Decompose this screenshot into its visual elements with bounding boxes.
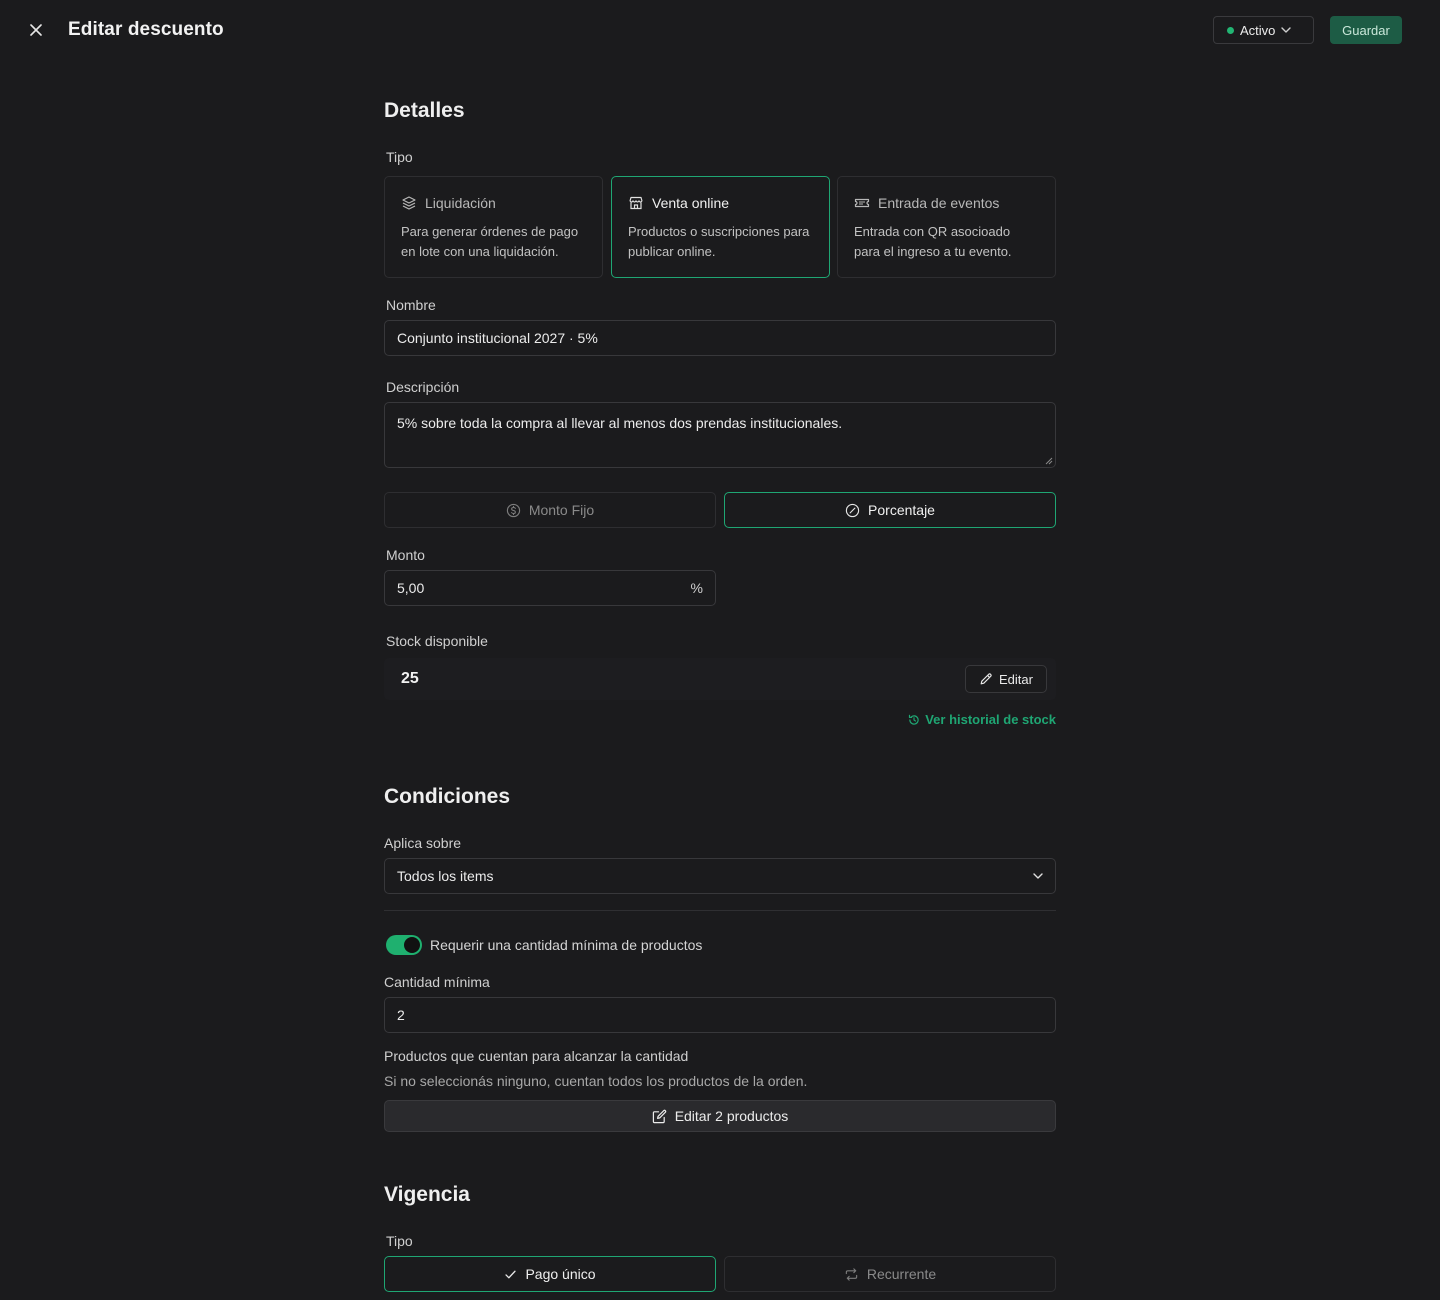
status-label: Activo bbox=[1240, 22, 1276, 38]
type-card-description: Para generar órdenes de pago en lote con… bbox=[401, 224, 579, 259]
mode-fixed-label: Monto Fijo bbox=[528, 502, 595, 518]
amount-value: 5,00 bbox=[397, 580, 425, 596]
type-label: Tipo bbox=[386, 149, 413, 165]
section-title-details: Detalles bbox=[384, 99, 465, 122]
edit-products-button[interactable]: Editar 2 productos bbox=[384, 1100, 1056, 1132]
dollar-circle-icon bbox=[506, 503, 520, 517]
products-label: Productos que cuentan para alcanzar la c… bbox=[384, 1048, 689, 1064]
validity-one-time-label: Pago único bbox=[525, 1266, 596, 1282]
chevron-down-icon bbox=[1281, 27, 1292, 33]
repeat-icon bbox=[845, 1267, 858, 1281]
applies-value: Todos los items bbox=[397, 868, 494, 884]
status-dot bbox=[1227, 26, 1234, 34]
stock-value: 25 bbox=[401, 670, 419, 687]
validity-type-label: Tipo bbox=[386, 1233, 413, 1249]
min-qty-label: Cantidad mínima bbox=[384, 974, 490, 990]
save-button[interactable]: Guardar bbox=[1330, 16, 1402, 44]
ticket-icon bbox=[854, 198, 870, 208]
amount-input[interactable]: 5,00 % bbox=[384, 570, 716, 606]
section-title-conditions: Condiciones bbox=[384, 785, 511, 808]
validity-recurring-label: Recurrente bbox=[866, 1266, 937, 1282]
description-label: Descripción bbox=[386, 379, 460, 395]
history-icon bbox=[909, 714, 919, 725]
percent-circle-icon bbox=[845, 503, 860, 517]
name-input[interactable]: Conjunto institucional 2027 · 5% bbox=[384, 320, 1056, 356]
mode-percentage-label: Porcentaje bbox=[868, 502, 935, 518]
stock-history-label: Ver historial de stock bbox=[925, 712, 1056, 727]
resize-grip-icon[interactable] bbox=[1045, 457, 1053, 465]
close-button[interactable] bbox=[24, 18, 48, 42]
divider bbox=[384, 910, 1056, 911]
toggle-knob bbox=[404, 937, 420, 953]
type-card-title: Liquidación bbox=[425, 195, 496, 211]
min-qty-toggle-label: Requerir una cantidad mínima de producto… bbox=[430, 937, 703, 953]
edit-square-icon bbox=[652, 1109, 666, 1123]
stock-history-link[interactable]: Ver historial de stock bbox=[908, 712, 1056, 727]
type-card-description: Productos o suscripciones para publicar … bbox=[628, 224, 810, 259]
mode-percentage[interactable]: Porcentaje bbox=[724, 492, 1056, 528]
type-card-entrada-eventos[interactable]: Entrada de eventos Entrada con QR asocio… bbox=[837, 176, 1056, 278]
name-label: Nombre bbox=[386, 297, 436, 313]
store-icon bbox=[629, 196, 643, 210]
layers-icon bbox=[402, 196, 416, 210]
products-helper: Si no seleccionás ninguno, cuentan todos… bbox=[384, 1073, 808, 1089]
type-card-description: Entrada con QR asocioado para el ingreso… bbox=[854, 224, 1012, 259]
section-title-validity: Vigencia bbox=[384, 1183, 470, 1206]
applies-select[interactable]: Todos los items bbox=[384, 858, 1056, 894]
page-title: Editar descuento bbox=[68, 19, 224, 40]
pencil-icon bbox=[980, 673, 992, 685]
amount-label: Monto bbox=[386, 547, 425, 563]
validity-recurring[interactable]: Recurrente bbox=[724, 1256, 1056, 1292]
chevron-down-icon bbox=[1033, 873, 1043, 879]
validity-one-time[interactable]: Pago único bbox=[384, 1256, 716, 1292]
mode-fixed-amount[interactable]: Monto Fijo bbox=[384, 492, 716, 528]
status-select[interactable]: Activo bbox=[1213, 16, 1314, 44]
type-card-title: Venta online bbox=[652, 195, 730, 211]
type-card-liquidacion[interactable]: Liquidación Para generar órdenes de pago… bbox=[384, 176, 603, 278]
edit-products-label: Editar 2 productos bbox=[674, 1108, 789, 1124]
type-card-title: Entrada de eventos bbox=[878, 195, 1000, 211]
type-card-venta-online[interactable]: Venta online Productos o suscripciones p… bbox=[611, 176, 830, 278]
edit-stock-button[interactable]: Editar bbox=[965, 665, 1047, 693]
edit-stock-label: Editar bbox=[999, 671, 1033, 687]
min-qty-toggle[interactable] bbox=[386, 935, 422, 955]
applies-label: Aplica sobre bbox=[384, 835, 462, 851]
stock-row: 25 Editar bbox=[384, 658, 1056, 700]
close-icon bbox=[30, 24, 42, 36]
description-textarea[interactable]: 5% sobre toda la compra al llevar al men… bbox=[384, 402, 1056, 468]
stock-label: Stock disponible bbox=[386, 633, 488, 649]
check-icon bbox=[505, 1270, 517, 1278]
min-qty-input[interactable]: 2 bbox=[384, 997, 1056, 1033]
amount-suffix: % bbox=[690, 580, 703, 596]
description-text: 5% sobre toda la compra al llevar al men… bbox=[397, 415, 843, 431]
top-bar: Editar descuento Activo Guardar bbox=[0, 0, 1440, 60]
